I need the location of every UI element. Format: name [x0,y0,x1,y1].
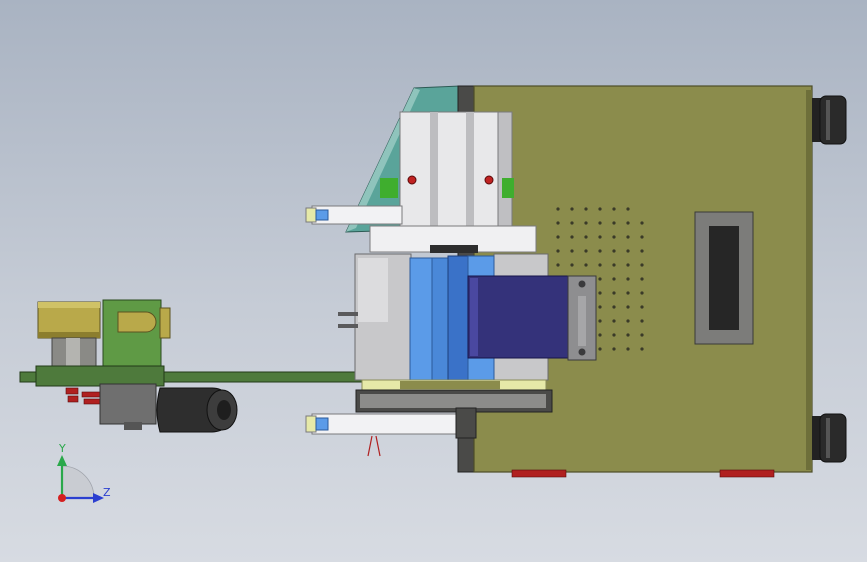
vent-hole [598,235,602,239]
knob-top [812,95,847,145]
vent-hole [626,207,630,211]
vent-hole [598,221,602,225]
vent-hole [640,263,644,267]
vent-hole [570,235,574,239]
triad-origin [58,494,66,502]
green-clip-left [380,178,398,198]
bracket-slot [117,311,157,333]
y-arrow-head [57,455,67,466]
vent-hole [626,249,630,253]
vent-hole [598,347,602,351]
vent-hole [626,333,630,337]
vent-hole [598,319,602,323]
lower-rod [311,413,463,435]
vent-hole [626,263,630,267]
vent-hole [556,207,560,211]
vent-hole [598,207,602,211]
vent-hole [570,249,574,253]
vent-hole [640,333,644,337]
roller-shaft-shade [66,338,80,368]
vent-hole [584,235,588,239]
navy-plate [467,275,573,359]
vent-hole [598,263,602,267]
vent-hole [556,235,560,239]
vent-hole [612,221,616,225]
vent-hole [612,235,616,239]
vent-hole [612,291,616,295]
vent-hole [584,221,588,225]
vent-hole [640,235,644,239]
vent-hole [598,249,602,253]
vent-hole [598,305,602,309]
vent-hole [640,277,644,281]
red-pin-left [407,175,417,185]
bracket-tab [159,307,171,339]
vent-hole [570,221,574,225]
vent-hole [640,291,644,295]
roller-assembly [37,299,171,373]
vent-hole [640,249,644,253]
bracket-upright [102,299,162,373]
vent-hole [598,291,602,295]
vent-hole [556,221,560,225]
roller-band-bottom [38,332,100,338]
vent-hole [612,263,616,267]
motor-mount [99,383,157,425]
vent-hole [556,249,560,253]
vent-hole [598,333,602,337]
vent-hole [626,305,630,309]
blue-roller-b [431,257,449,383]
vent-hole [612,249,616,253]
upper-slider [305,111,537,253]
vent-hole [640,221,644,225]
vent-hole [570,263,574,267]
vent-hole [626,291,630,295]
vent-hole [626,221,630,225]
blue-roller-a [409,257,433,383]
foot-left [511,469,567,478]
green-clip-right [502,178,514,198]
vent-hole [556,263,560,267]
vent-hole [612,207,616,211]
vent-hole [584,263,588,267]
vent-hole [626,277,630,281]
vent-hole [626,319,630,323]
roller-band [38,302,100,308]
vent-hole [584,249,588,253]
vent-hole [612,347,616,351]
vent-hole [612,305,616,309]
motor [99,383,238,433]
knob-bottom [812,413,847,463]
vent-hole [626,235,630,239]
vent-hole [640,347,644,351]
foot-right [719,469,775,478]
vent-hole [612,333,616,337]
wire-leads [367,435,381,457]
base-plate-step [35,365,165,387]
cad-viewport[interactable]: Y Z [0,0,867,562]
z-axis-label: Z [103,486,111,499]
triad-arc [61,465,95,499]
vent-hole [570,207,574,211]
vent-hole [612,277,616,281]
y-axis-label: Y [58,442,66,455]
vent-hole [640,319,644,323]
vent-hole [612,319,616,323]
orientation-triad: Y Z [57,442,111,503]
vent-hole [598,277,602,281]
vent-hole [640,305,644,309]
blue-roller-c [447,255,469,383]
display-window [709,226,739,330]
vent-hole [626,347,630,351]
red-pin-right [484,175,494,185]
vent-hole [584,207,588,211]
